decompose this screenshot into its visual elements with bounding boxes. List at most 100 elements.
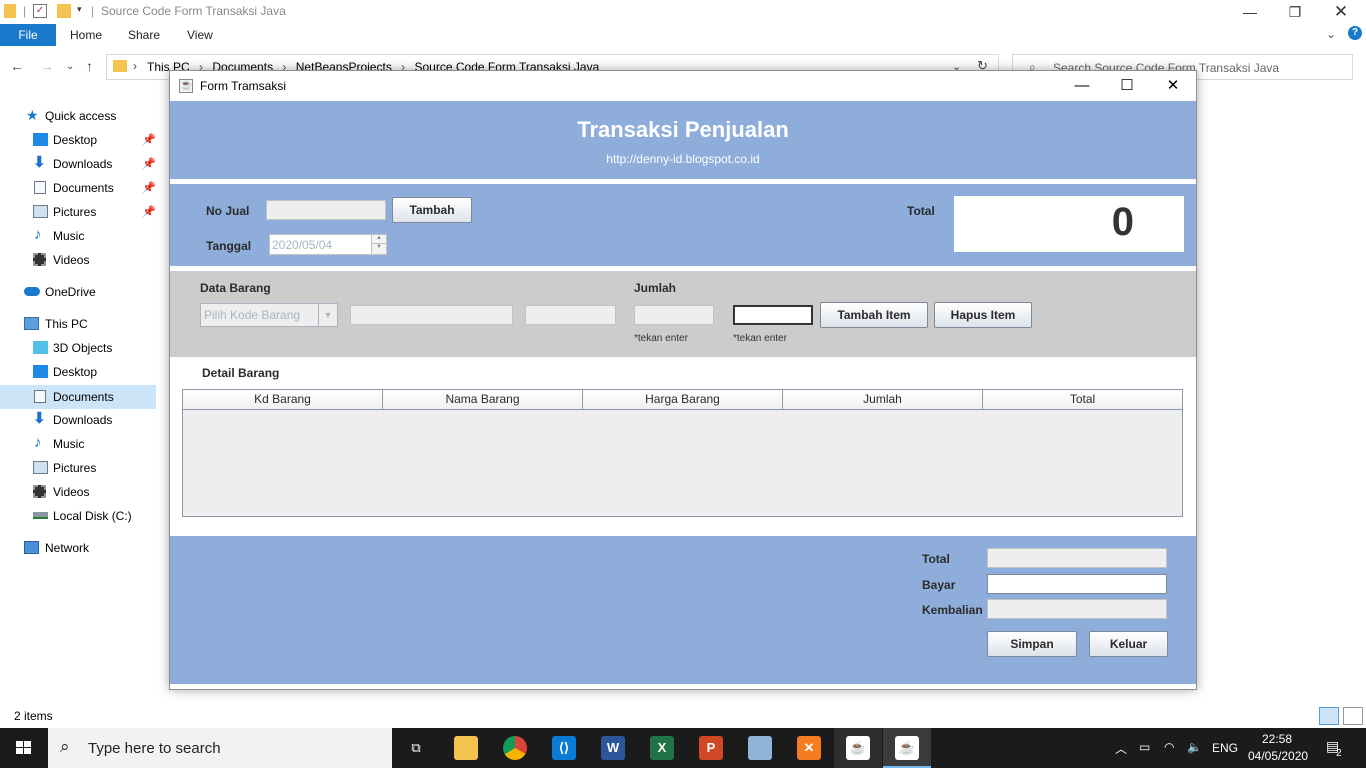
nav-pc-pictures[interactable]: Pictures <box>0 456 156 480</box>
chrome-icon[interactable] <box>503 736 527 760</box>
hapus-item-button[interactable]: Hapus Item <box>934 302 1032 328</box>
nav-onedrive[interactable]: OneDrive <box>0 280 156 304</box>
kembalian-label: Kembalian <box>922 603 983 617</box>
nav-label: Documents <box>53 181 114 195</box>
nav-pc-videos[interactable]: Videos <box>0 480 156 504</box>
properties-icon[interactable]: ✓ <box>33 4 47 18</box>
close-icon[interactable]: ✕ <box>1331 2 1351 22</box>
clock-date[interactable]: 04/05/2020 <box>1248 749 1308 763</box>
nav-videos[interactable]: Videos <box>0 248 156 272</box>
language-indicator[interactable]: ENG <box>1212 741 1238 755</box>
recent-locations-icon[interactable]: ⌄ <box>66 61 74 72</box>
detail-barang-table[interactable]: Kd Barang Nama Barang Harga Barang Jumla… <box>182 389 1183 517</box>
forward-icon[interactable]: → <box>40 58 54 74</box>
nav-this-pc[interactable]: This PC <box>0 312 156 336</box>
tab-share[interactable]: Share <box>128 28 160 42</box>
vscode-icon[interactable]: ⟨⟩ <box>552 736 576 760</box>
nav-label: OneDrive <box>45 285 96 299</box>
nav-3d-objects[interactable]: 3D Objects <box>0 336 156 360</box>
bayar-field[interactable] <box>987 574 1167 594</box>
nav-pc-downloads[interactable]: ⬇ Downloads <box>0 408 156 432</box>
column-harga-barang[interactable]: Harga Barang <box>583 390 783 410</box>
no-jual-field[interactable] <box>266 200 386 220</box>
show-hidden-icons-icon[interactable]: ︿ <box>1115 740 1127 757</box>
nav-documents[interactable]: Documents 📌 <box>0 176 156 200</box>
column-total[interactable]: Total <box>983 390 1182 410</box>
pin-icon[interactable]: 📌 <box>142 200 156 224</box>
column-jumlah[interactable]: Jumlah <box>783 390 983 410</box>
large-icons-view-icon[interactable] <box>1343 707 1363 725</box>
videos-icon <box>33 485 46 498</box>
desktop-icon <box>33 133 48 146</box>
tambah-button[interactable]: Tambah <box>392 197 472 223</box>
excel-icon[interactable]: X <box>650 736 674 760</box>
nav-network[interactable]: Network <box>0 536 156 560</box>
kembalian-field[interactable] <box>987 599 1167 619</box>
word-icon[interactable]: W <box>601 736 625 760</box>
nav-pc-music[interactable]: ♪ Music <box>0 432 156 456</box>
volume-icon[interactable]: 🔈 <box>1187 740 1202 754</box>
details-view-icon[interactable] <box>1319 707 1339 725</box>
minimize-icon[interactable]: — <box>1070 75 1094 97</box>
kode-barang-combobox[interactable]: Pilih Kode Barang ▼ <box>200 303 338 327</box>
powerpoint-icon[interactable]: P <box>699 736 723 760</box>
task-view-icon[interactable]: ⧉ <box>404 736 428 760</box>
file-explorer-icon[interactable] <box>454 736 478 760</box>
keluar-button[interactable]: Keluar <box>1089 631 1168 657</box>
nav-label: 3D Objects <box>53 341 113 355</box>
tab-view[interactable]: View <box>187 28 213 42</box>
start-button[interactable] <box>0 728 48 768</box>
jumlah-field[interactable] <box>733 305 813 325</box>
tab-file[interactable]: File <box>0 24 56 46</box>
taskbar-search[interactable]: ⌕ Type here to search <box>48 728 392 768</box>
clock-time[interactable]: 22:58 <box>1262 732 1292 746</box>
nav-quick-access[interactable]: ★ Quick access <box>0 104 156 128</box>
tekan-enter-hint: *tekan enter <box>634 333 688 344</box>
help-icon[interactable]: ? <box>1348 26 1362 40</box>
desktop-icon <box>33 365 48 378</box>
java-icon[interactable]: ☕ <box>846 736 870 760</box>
wifi-icon[interactable]: ◠ <box>1164 740 1174 754</box>
spinner-down-icon[interactable]: ▼ <box>371 244 386 254</box>
nav-desktop[interactable]: Desktop 📌 <box>0 128 156 152</box>
xampp-icon[interactable]: ✕ <box>797 736 821 760</box>
videos-icon <box>33 253 46 266</box>
nav-pictures[interactable]: Pictures 📌 <box>0 200 156 224</box>
nav-pc-desktop[interactable]: Desktop <box>0 360 156 384</box>
pin-icon[interactable]: 📌 <box>142 152 156 176</box>
expand-ribbon-icon[interactable]: ⌄ <box>1326 27 1336 41</box>
taskbar-search-placeholder: Type here to search <box>88 740 221 757</box>
chevron-down-icon[interactable]: ▼ <box>318 304 337 326</box>
pin-icon[interactable]: 📌 <box>142 176 156 200</box>
spinner-up-icon[interactable]: ▲ <box>371 235 386 244</box>
tab-home[interactable]: Home <box>70 28 102 42</box>
nav-music[interactable]: ♪ Music <box>0 224 156 248</box>
back-icon[interactable]: ← <box>10 58 24 74</box>
nav-pc-documents[interactable]: Documents <box>0 385 156 409</box>
column-kd-barang[interactable]: Kd Barang <box>183 390 383 410</box>
tanggal-spinner[interactable]: 2020/05/04 ▲ ▼ <box>269 234 387 255</box>
maximize-icon[interactable]: ☐ <box>1115 75 1139 97</box>
pin-icon[interactable]: 📌 <box>142 128 156 152</box>
tambah-item-button[interactable]: Tambah Item <box>820 302 928 328</box>
minimize-icon[interactable]: — <box>1240 2 1260 22</box>
java-icon[interactable]: ☕ <box>895 736 919 760</box>
nama-barang-field[interactable] <box>350 305 513 325</box>
chevron-right-icon[interactable]: › <box>133 59 137 73</box>
nav-local-disk[interactable]: Local Disk (C:) <box>0 504 156 528</box>
up-icon[interactable]: ↑ <box>86 58 93 74</box>
customize-toolbar-icon[interactable]: ▾ <box>77 4 82 15</box>
bottom-total-field[interactable] <box>987 548 1167 568</box>
new-folder-icon[interactable] <box>57 4 71 18</box>
nav-downloads[interactable]: ⬇ Downloads 📌 <box>0 152 156 176</box>
virtualbox-icon[interactable] <box>748 736 772 760</box>
simpan-button[interactable]: Simpan <box>987 631 1077 657</box>
column-nama-barang[interactable]: Nama Barang <box>383 390 583 410</box>
harga-barang-field[interactable] <box>525 305 616 325</box>
form-titlebar: ☕ Form Tramsaksi — ☐ ✕ <box>170 71 1196 101</box>
close-icon[interactable]: ✕ <box>1161 75 1185 97</box>
battery-icon[interactable]: ▭ <box>1139 740 1150 754</box>
restore-icon[interactable]: ❐ <box>1285 2 1305 22</box>
stok-field[interactable] <box>634 305 714 325</box>
windows-icon-part <box>24 748 31 754</box>
